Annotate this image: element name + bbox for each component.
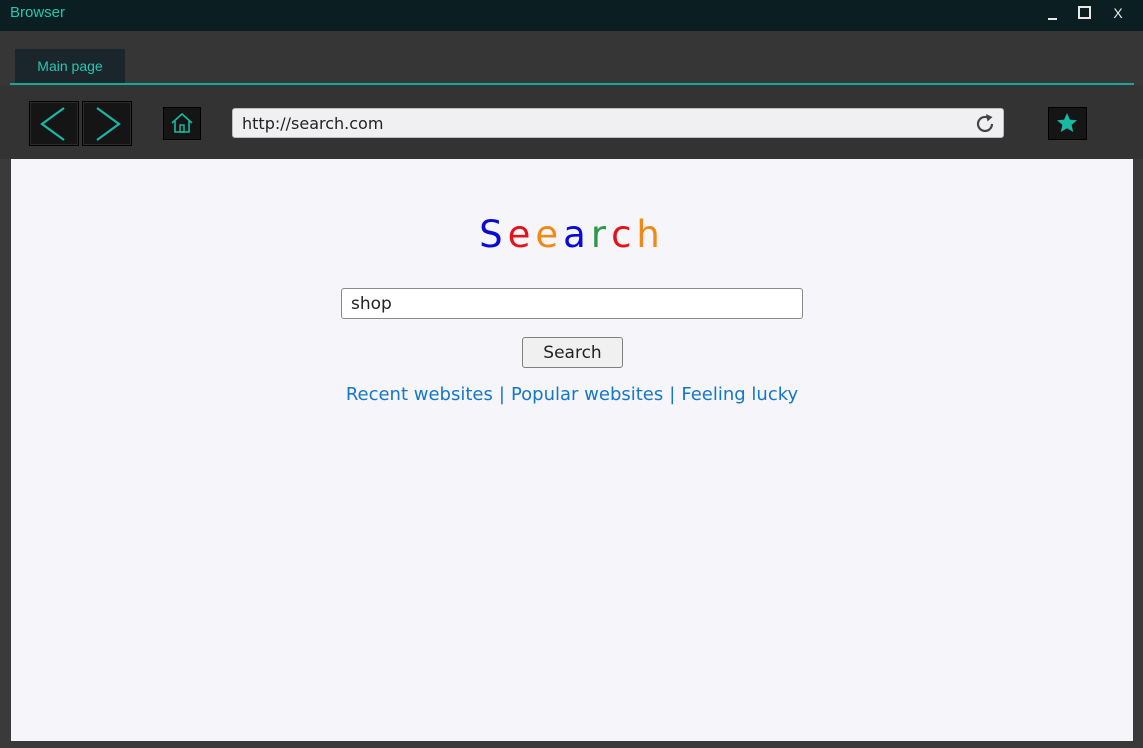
search-logo: Seearch [11, 213, 1133, 257]
url-text[interactable]: http://search.com [242, 114, 383, 133]
logo-letter: r [590, 213, 612, 256]
logo-letter: S [479, 213, 508, 256]
back-button[interactable] [29, 101, 79, 146]
recent-websites-link[interactable]: Recent websites [346, 384, 493, 405]
bookmark-button[interactable] [1048, 107, 1087, 140]
close-button[interactable]: X [1105, 2, 1131, 26]
tab-underline [10, 83, 1134, 85]
minimize-button[interactable] [1039, 2, 1065, 26]
home-icon [171, 112, 193, 133]
logo-letter: c [611, 213, 637, 256]
reload-icon[interactable] [973, 112, 997, 136]
logo-letter: e [535, 213, 564, 256]
window-title: Browser [10, 4, 66, 21]
logo-letter: h [636, 213, 665, 256]
star-icon [1057, 113, 1077, 132]
navigation-toolbar: http://search.com [0, 86, 1143, 159]
link-separator: | [498, 384, 505, 405]
logo-letter: a [563, 213, 591, 256]
chevron-left-icon [40, 107, 65, 141]
browser-window: Browser X Main page http://search.com Se… [0, 0, 1143, 748]
search-input[interactable] [341, 288, 803, 319]
maximize-icon [1077, 5, 1091, 19]
maximize-button[interactable] [1071, 2, 1097, 26]
popular-websites-link[interactable]: Popular websites [511, 384, 663, 405]
tab-strip: Main page [0, 31, 1143, 86]
page-content: Seearch Search Recent websites|Popular w… [11, 159, 1133, 741]
address-bar[interactable]: http://search.com [232, 108, 1004, 138]
tab-main-page[interactable]: Main page [15, 49, 125, 83]
feeling-lucky-link[interactable]: Feeling lucky [681, 384, 798, 405]
chevron-right-icon [96, 107, 121, 141]
home-button[interactable] [163, 107, 201, 140]
forward-button[interactable] [82, 101, 132, 146]
minimize-icon [1047, 18, 1057, 21]
quick-links: Recent websites | Popular websites | Feeling… [11, 384, 1133, 405]
logo-letter: e [507, 213, 536, 256]
search-button[interactable]: Search [522, 337, 623, 368]
link-separator: | [669, 384, 676, 405]
title-bar: Browser X [0, 0, 1143, 31]
